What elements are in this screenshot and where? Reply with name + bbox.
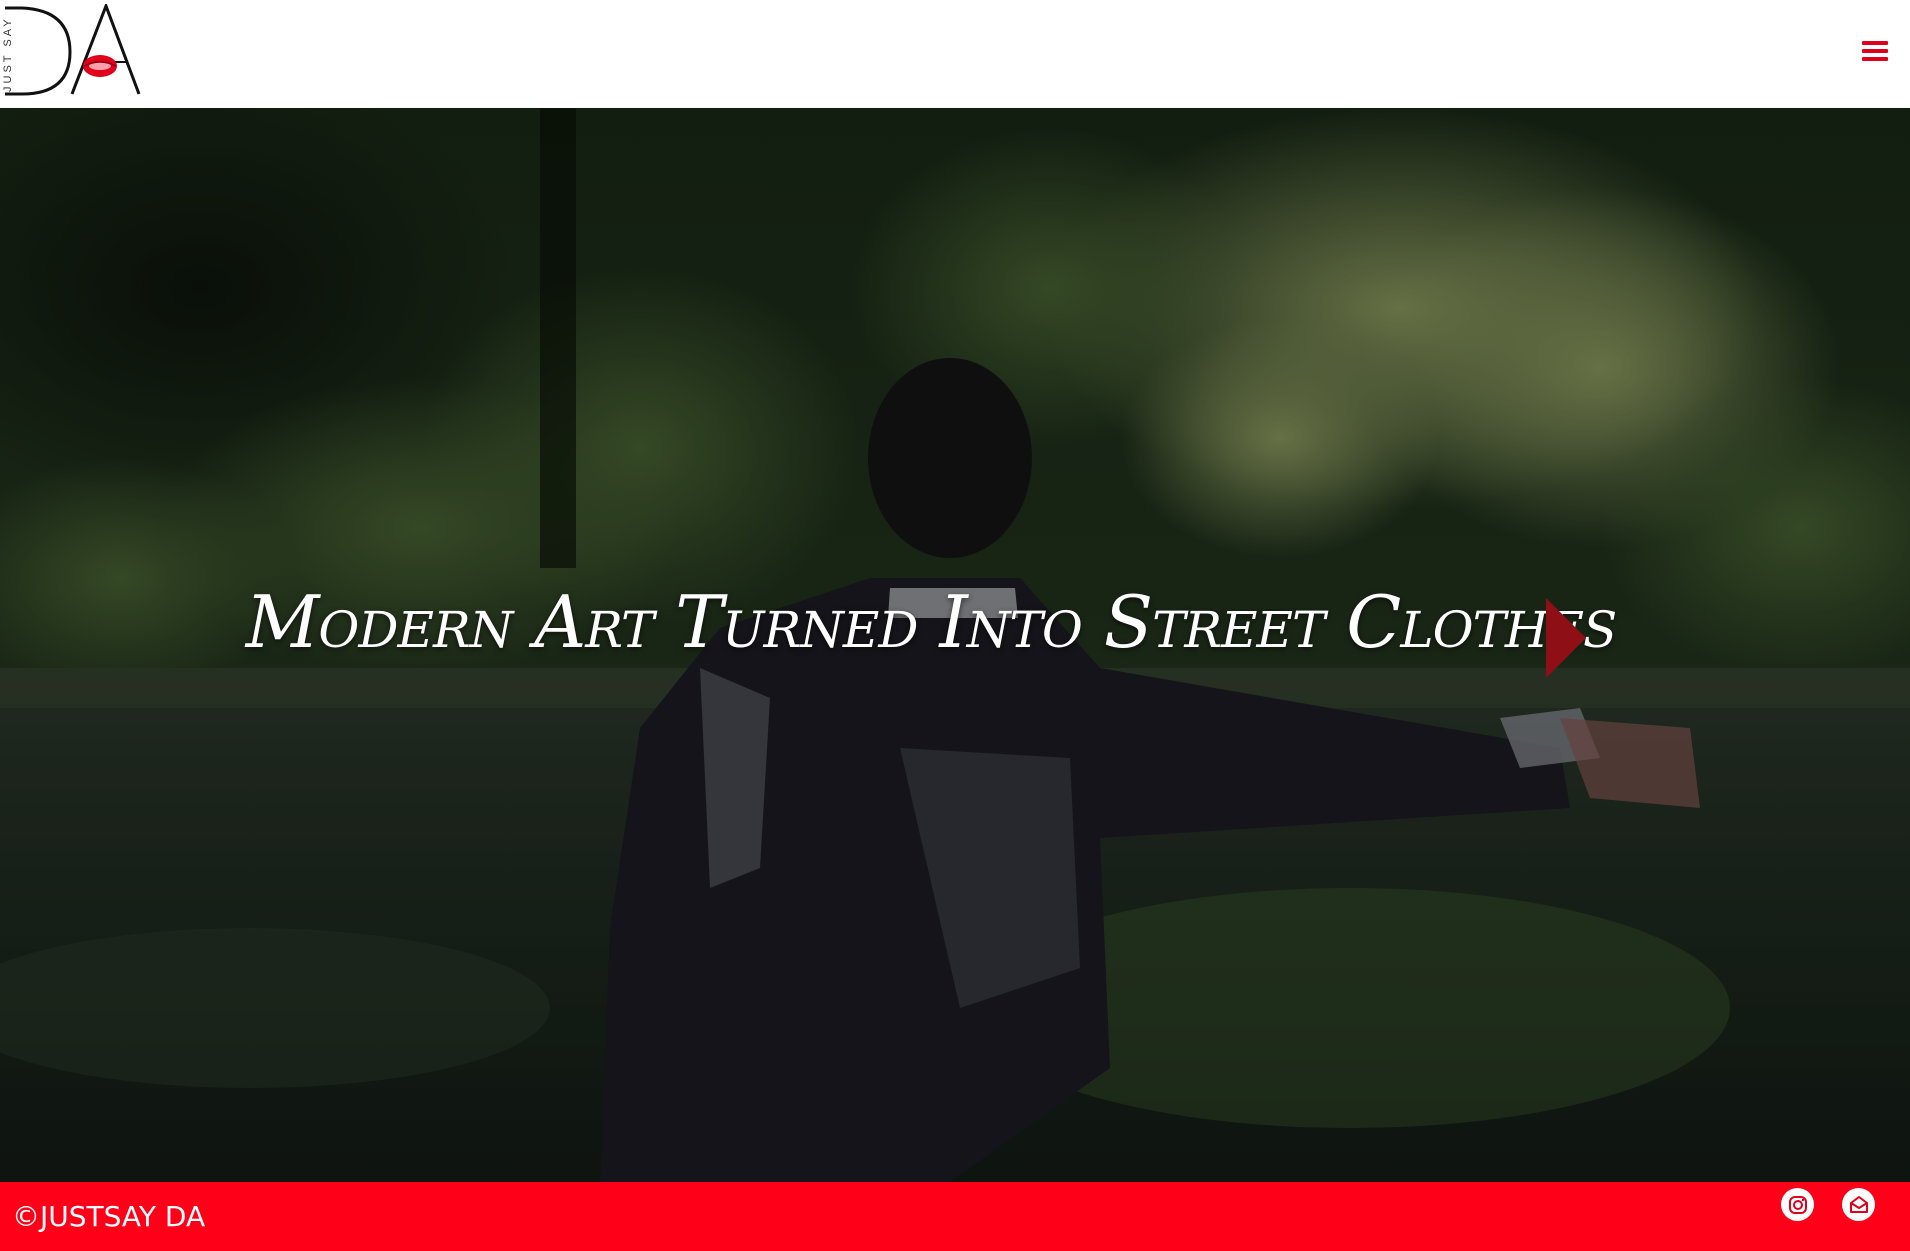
svg-text:JUST SAY: JUST SAY xyxy=(2,16,14,92)
site-footer: ©JUSTSAY DA xyxy=(0,1182,1910,1251)
mail-icon[interactable] xyxy=(1842,1188,1875,1221)
play-arrow-icon[interactable] xyxy=(1546,598,1586,678)
instagram-icon[interactable] xyxy=(1781,1188,1814,1221)
hamburger-menu-icon[interactable] xyxy=(1858,36,1890,66)
copyright-text: ©JUSTSAY DA xyxy=(12,1200,206,1233)
site-header: JUST SAY xyxy=(0,0,1910,108)
just-say-da-logo[interactable]: JUST SAY xyxy=(0,1,145,100)
hero-video[interactable]: Modern Art Turned Into Street Clothes xyxy=(0,108,1910,1182)
